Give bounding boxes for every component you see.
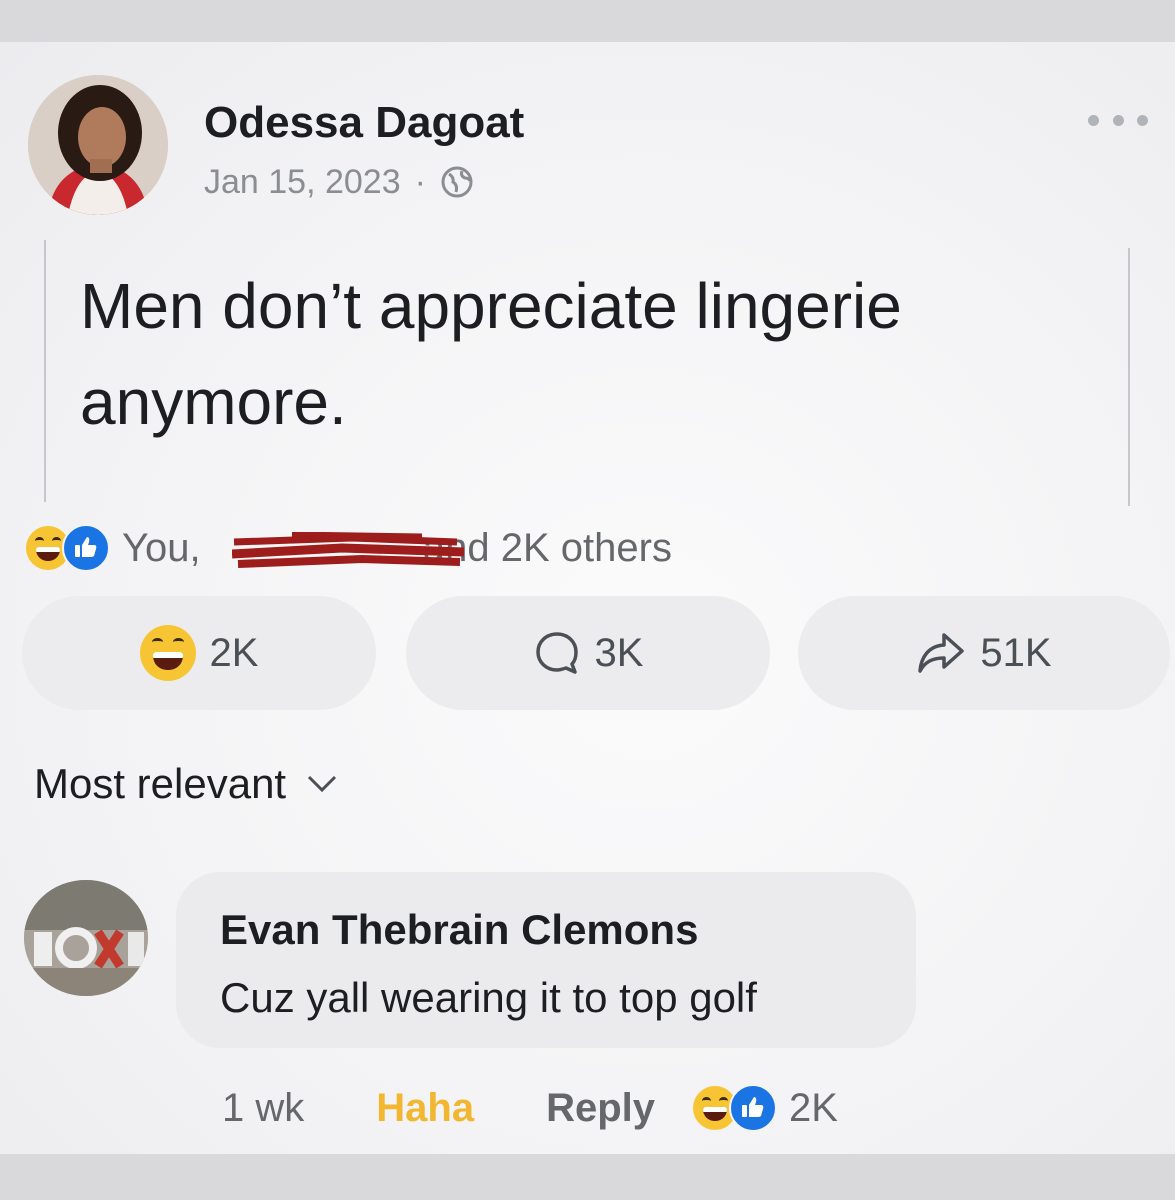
divider-right: [1128, 248, 1130, 506]
avatar-photo: [28, 75, 168, 215]
summary-you: You,: [122, 525, 201, 570]
comment-reactions[interactable]: 2K: [691, 1084, 838, 1132]
reactions-summary[interactable]: You, and 2K others: [24, 520, 672, 576]
sort-label: Most relevant: [34, 760, 287, 807]
post-text: Men don’t appreciate lingerie anymore.: [80, 270, 902, 438]
commenter-name[interactable]: Evan Thebrain Clemons: [220, 906, 698, 954]
comment-count: 3K: [594, 630, 644, 675]
commenter-photo: [24, 880, 148, 996]
share-button[interactable]: 51K: [798, 596, 1170, 710]
like-reaction-icon: [62, 524, 110, 572]
meta-separator: ·: [414, 162, 426, 201]
globe-icon: [441, 166, 473, 198]
comment-reply-button[interactable]: Reply: [546, 1086, 655, 1131]
like-reaction-icon: [729, 1084, 777, 1132]
comment-haha-button[interactable]: Haha: [376, 1086, 474, 1131]
redaction-scribble: [232, 531, 465, 568]
divider-left: [44, 240, 46, 502]
comment-icon: [535, 632, 578, 674]
author-avatar[interactable]: [28, 75, 168, 215]
share-icon: [918, 633, 965, 673]
comment-reaction-count: 2K: [789, 1085, 838, 1130]
haha-icon: [139, 625, 196, 681]
post-meta: Jan 15, 2023 ·: [204, 160, 474, 204]
comment-button[interactable]: 3K: [406, 596, 770, 710]
chevron-down-icon: [308, 775, 337, 793]
post-date[interactable]: Jan 15, 2023: [204, 163, 401, 202]
comment-time[interactable]: 1 wk: [222, 1086, 304, 1131]
commenter-avatar[interactable]: [24, 880, 148, 996]
react-button[interactable]: 2K: [22, 596, 376, 710]
share-count: 51K: [980, 630, 1052, 675]
react-count: 2K: [209, 630, 259, 675]
author-name[interactable]: Odessa Dagoat: [204, 98, 524, 148]
more-options-icon[interactable]: [1088, 105, 1148, 135]
comment-text: Cuz yall wearing it to top golf: [220, 974, 757, 1021]
comment-actions: 1 wk Haha Reply 2K: [222, 1080, 838, 1136]
comment-sort-dropdown[interactable]: Most relevant: [34, 760, 338, 808]
